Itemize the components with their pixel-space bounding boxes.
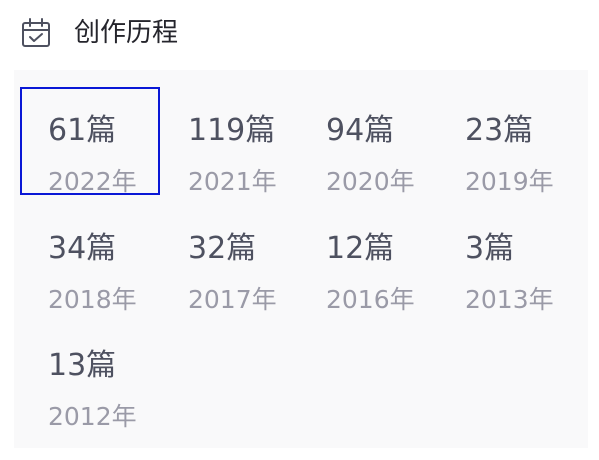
article-count: 12篇 (326, 231, 395, 266)
year-item-2021[interactable]: 119篇 2021年 (160, 87, 300, 196)
year-label: 2020年 (326, 167, 415, 196)
article-count: 3篇 (465, 231, 515, 266)
article-count: 61篇 (48, 113, 117, 148)
year-label: 2019年 (465, 167, 554, 196)
year-item-2022[interactable]: 61篇 2022年 (20, 87, 160, 196)
article-count: 13篇 (48, 348, 117, 383)
year-label: 2016年 (326, 285, 415, 314)
article-count: 34篇 (48, 231, 117, 266)
year-label: 2012年 (48, 402, 137, 431)
year-label: 2017年 (188, 285, 277, 314)
article-count: 94篇 (326, 113, 395, 148)
article-count: 23篇 (465, 113, 534, 148)
year-item-2018[interactable]: 34篇 2018年 (20, 205, 160, 314)
article-count: 32篇 (188, 231, 257, 266)
year-label: 2013年 (465, 285, 554, 314)
year-item-2013[interactable]: 3篇 2013年 (437, 205, 577, 314)
year-item-2016[interactable]: 12篇 2016年 (298, 205, 438, 314)
year-label: 2018年 (48, 285, 137, 314)
calendar-check-icon (20, 17, 52, 49)
year-label: 2021年 (188, 167, 277, 196)
year-label: 2022年 (48, 167, 137, 196)
creation-history-header: 创作历程 (0, 0, 599, 70)
article-count: 119篇 (188, 113, 276, 148)
year-item-2012[interactable]: 13篇 2012年 (20, 322, 160, 431)
year-stats-panel: 61篇 2022年 119篇 2021年 94篇 2020年 23篇 2019年… (14, 70, 588, 448)
section-title: 创作历程 (74, 18, 179, 48)
year-item-2020[interactable]: 94篇 2020年 (298, 87, 438, 196)
year-item-2017[interactable]: 32篇 2017年 (160, 205, 300, 314)
year-item-2019[interactable]: 23篇 2019年 (437, 87, 577, 196)
